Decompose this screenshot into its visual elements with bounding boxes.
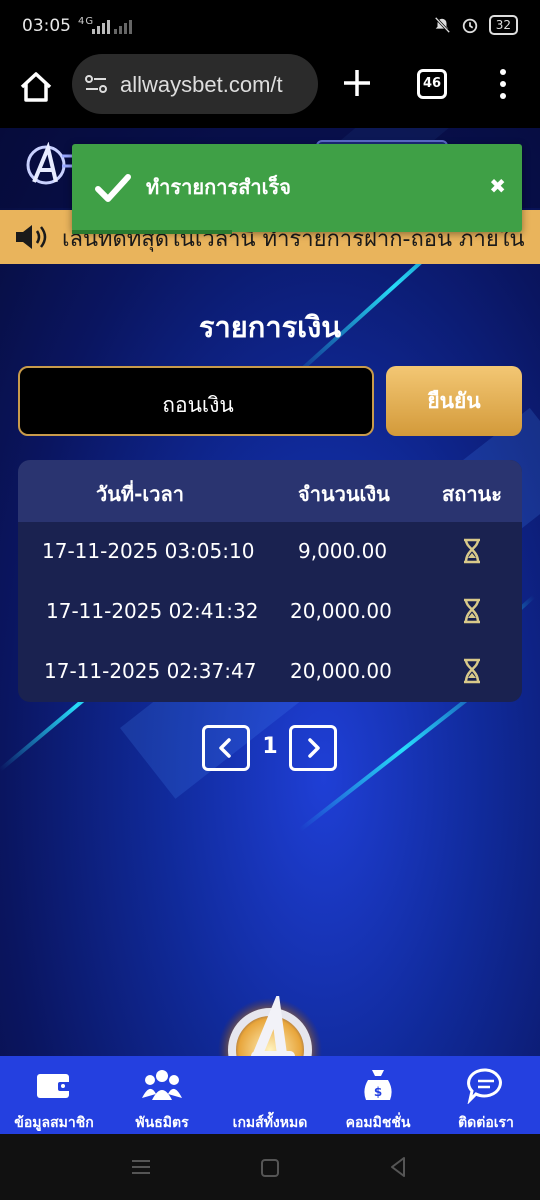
more-menu-icon[interactable] xyxy=(492,66,514,102)
hourglass-pending-icon xyxy=(464,538,480,564)
check-icon xyxy=(95,174,131,202)
system-navigation-bar xyxy=(0,1134,540,1200)
toast-progress-bar xyxy=(72,230,232,234)
speaker-icon xyxy=(16,225,47,249)
status-bar: 03:05 4G 32 xyxy=(0,0,540,54)
tab-switcher-button[interactable]: 46 xyxy=(417,69,447,99)
toast-close-button[interactable]: ✖ xyxy=(489,174,506,198)
nav-label: ติดต่อเรา xyxy=(458,1115,514,1131)
row-amount: 20,000.00 xyxy=(290,599,392,623)
page-title: รายการเงิน xyxy=(198,310,342,344)
table-header: วันที่-เวลา จำนวนเงิน สถานะ xyxy=(18,460,522,522)
hourglass-pending-icon xyxy=(464,598,480,624)
group-icon xyxy=(142,1070,182,1100)
chat-icon xyxy=(467,1068,502,1104)
nav-label: ข้อมูลสมาชิก xyxy=(14,1115,94,1131)
signal-icon xyxy=(92,18,110,34)
nav-item-partners[interactable]: พันธมิตร xyxy=(108,1056,216,1134)
nav-label: พันธมิตร xyxy=(135,1115,189,1131)
table-row: 17-11-2025 03:05:10 9,000.00 xyxy=(18,522,522,582)
column-header-datetime: วันที่-เวลา xyxy=(96,482,184,506)
success-toast: ทำรายการสำเร็จ ✖ xyxy=(72,144,522,232)
browser-toolbar: allwaysbet.com/t 46 xyxy=(0,54,540,128)
mute-icon xyxy=(434,16,450,34)
column-header-amount: จำนวนเงิน xyxy=(298,482,390,506)
battery-indicator: 32 xyxy=(488,15,518,35)
toast-message: ทำรายการสำเร็จ xyxy=(146,175,291,199)
transaction-table: วันที่-เวลา จำนวนเงิน สถานะ 17-11-2025 0… xyxy=(18,460,522,702)
svg-text:$: $ xyxy=(374,1085,382,1099)
money-bag-icon: $ xyxy=(364,1070,392,1100)
row-datetime: 17-11-2025 03:05:10 xyxy=(42,539,255,563)
hourglass-pending-icon xyxy=(464,658,480,684)
signal-2-icon xyxy=(114,18,132,34)
alarm-icon xyxy=(462,18,477,34)
nav-item-commission[interactable]: $ คอมมิชชั่น xyxy=(324,1056,432,1134)
address-bar[interactable]: allwaysbet.com/t xyxy=(72,54,318,114)
nav-item-member-info[interactable]: ข้อมูลสมาชิก xyxy=(0,1056,108,1134)
recent-apps-icon[interactable] xyxy=(130,1158,152,1176)
row-datetime: 17-11-2025 02:37:47 xyxy=(44,659,257,683)
page-content: เล่นที่ดีที่สุดในเวลานี้ ทำรายการฝาก-ถอน… xyxy=(0,128,540,1056)
select-value[interactable]: ถอนเงิน xyxy=(20,389,376,422)
row-amount: 20,000.00 xyxy=(290,659,392,683)
nav-item-all-games[interactable]: เกมส์ทั้งหมด xyxy=(216,1056,324,1134)
chevron-right-icon xyxy=(308,738,320,758)
nav-label: คอมมิชชั่น xyxy=(345,1115,411,1131)
nav-label: เกมส์ทั้งหมด xyxy=(232,1115,308,1131)
home-icon[interactable] xyxy=(16,67,56,107)
chevron-left-icon xyxy=(219,738,231,758)
table-row: 17-11-2025 02:37:47 20,000.00 xyxy=(18,642,522,702)
pagination-next-button[interactable] xyxy=(289,725,337,771)
transaction-type-select[interactable]: ถอนเงิน xyxy=(18,366,374,436)
confirm-button[interactable]: ยืนยัน xyxy=(386,366,522,436)
nav-item-contact[interactable]: ติดต่อเรา xyxy=(432,1056,540,1134)
bottom-navigation: ข้อมูลสมาชิก พันธมิตร เกมส์ทั้งหมด $ คอม… xyxy=(0,1056,540,1134)
site-settings-icon[interactable] xyxy=(84,73,108,95)
table-row: 17-11-2025 02:41:32 20,000.00 xyxy=(18,582,522,642)
pagination-current-page: 1 xyxy=(262,734,278,759)
wallet-icon xyxy=(37,1074,72,1098)
back-icon[interactable] xyxy=(388,1156,408,1178)
row-amount: 9,000.00 xyxy=(298,539,388,563)
column-header-status: สถานะ xyxy=(442,482,502,506)
row-datetime: 17-11-2025 02:41:32 xyxy=(46,599,259,623)
avengers-logo-icon[interactable] xyxy=(216,996,324,1056)
pagination-prev-button[interactable] xyxy=(202,725,250,771)
new-tab-icon[interactable] xyxy=(340,66,374,100)
url-text[interactable]: allwaysbet.com/t xyxy=(120,72,308,98)
home-system-icon[interactable] xyxy=(260,1158,280,1178)
status-time: 03:05 xyxy=(22,16,71,36)
